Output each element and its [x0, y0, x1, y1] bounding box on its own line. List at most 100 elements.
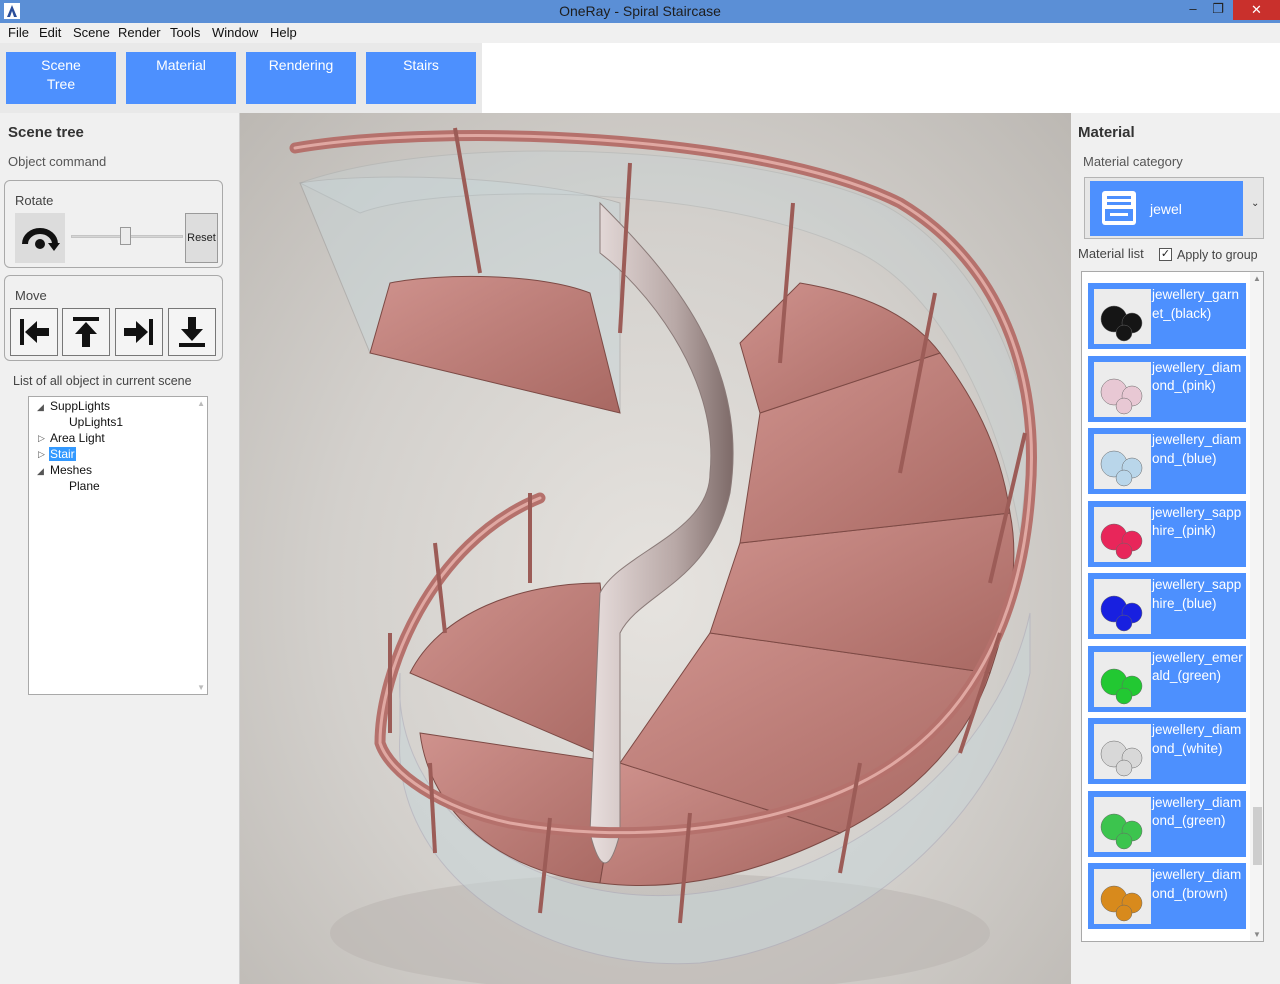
- move-left-icon: [20, 319, 49, 345]
- title-bar: OneRay - Spiral Staircase – ❐ ✕: [0, 0, 1280, 23]
- tree-node-supplights[interactable]: SuppLights: [50, 399, 110, 413]
- rotate-icon: [22, 228, 60, 251]
- rendering-button[interactable]: Rendering: [246, 52, 356, 104]
- material-list-label: Material list: [1078, 246, 1144, 261]
- gem-preview-icon: [1094, 869, 1151, 924]
- collapsed-arrow-icon[interactable]: ▷: [38, 449, 45, 460]
- move-right-button[interactable]: [115, 308, 163, 356]
- material-panel: Material Material category jewel ⌄ Mater…: [1071, 113, 1280, 984]
- category-selected-item[interactable]: jewel: [1090, 181, 1243, 236]
- spiral-staircase-render: [289, 127, 1037, 984]
- material-item[interactable]: jewellery_diamond_(brown): [1088, 863, 1246, 929]
- scene-tree-view[interactable]: ◢ SuppLights UpLights1 ▷ Area Light ▷ St…: [28, 396, 208, 695]
- material-item-label: jewellery_emerald_(green): [1152, 649, 1243, 684]
- material-panel-title: Material: [1078, 124, 1135, 141]
- render-viewport[interactable]: [240, 113, 1071, 984]
- rotate-label: Rotate: [15, 193, 54, 208]
- material-thumbnail: [1094, 361, 1151, 417]
- gem-preview-icon: [1094, 434, 1151, 489]
- apply-to-group-checkbox[interactable]: ✓: [1159, 248, 1172, 261]
- menu-file[interactable]: File: [8, 25, 29, 40]
- scroll-down-icon[interactable]: ▼: [197, 683, 205, 692]
- material-thumbnail: [1094, 869, 1151, 924]
- material-item-label: jewellery_diamond_(brown): [1152, 867, 1242, 901]
- material-item-label: jewellery_sapphire_(blue): [1152, 577, 1242, 611]
- material-list-scrollbar[interactable]: ▲ ▼: [1250, 272, 1263, 941]
- rotate-button[interactable]: [15, 213, 65, 263]
- tree-node-area-light[interactable]: Area Light: [50, 431, 105, 445]
- menu-edit[interactable]: Edit: [39, 25, 61, 40]
- move-right-icon: [124, 319, 153, 345]
- material-item[interactable]: jewellery_diamond_(white): [1088, 718, 1246, 784]
- scene-tree-button[interactable]: Scene Tree: [6, 52, 116, 104]
- tree-node-stair[interactable]: Stair: [49, 447, 76, 461]
- material-item-label: jewellery_diamond_(pink): [1152, 359, 1242, 394]
- material-thumbnail: [1094, 506, 1151, 562]
- menu-help[interactable]: Help: [270, 25, 297, 40]
- scrollbar-thumb[interactable]: [1253, 807, 1262, 865]
- gem-preview-icon: [1094, 796, 1151, 852]
- material-thumbnail: [1094, 796, 1151, 852]
- scroll-down-icon[interactable]: ▼: [1253, 930, 1261, 939]
- material-item[interactable]: jewellery_diamond_(blue): [1088, 428, 1246, 494]
- gem-preview-icon: [1094, 506, 1151, 562]
- tree-node-uplights1[interactable]: UpLights1: [69, 415, 123, 429]
- object-command-label: Object command: [8, 154, 107, 169]
- material-item[interactable]: jewellery_sapphire_(pink): [1088, 500, 1246, 567]
- menu-bar: File Edit Scene Render Tools Window Help: [0, 23, 1280, 43]
- material-thumbnail: [1094, 724, 1151, 779]
- category-value: jewel: [1150, 201, 1182, 217]
- archive-box-icon: [1102, 191, 1136, 225]
- material-item-label: jewellery_garnet_(black): [1152, 287, 1240, 321]
- menu-tools[interactable]: Tools: [170, 25, 200, 40]
- material-item-label: jewellery_sapphire_(pink): [1152, 504, 1242, 539]
- gem-preview-icon: [1094, 361, 1151, 417]
- scroll-up-icon[interactable]: ▲: [1253, 274, 1261, 283]
- move-down-icon: [179, 317, 205, 347]
- material-item[interactable]: jewellery_diamond_(pink): [1088, 355, 1246, 422]
- move-down-button[interactable]: [168, 308, 216, 356]
- apply-to-group-label: Apply to group: [1177, 248, 1258, 262]
- menu-render[interactable]: Render: [118, 25, 161, 40]
- tree-node-meshes[interactable]: Meshes: [50, 463, 92, 477]
- expand-arrow-icon[interactable]: ◢: [37, 402, 44, 413]
- material-category-label: Material category: [1083, 154, 1183, 169]
- dropdown-arrow-icon[interactable]: ⌄: [1251, 198, 1259, 209]
- close-button[interactable]: ✕: [1233, 0, 1280, 20]
- gem-preview-icon: [1094, 579, 1151, 634]
- material-thumbnail: [1094, 434, 1151, 489]
- material-item[interactable]: jewellery_garnet_(black): [1088, 283, 1246, 349]
- material-item-label: jewellery_diamond_(green): [1152, 794, 1242, 829]
- move-up-icon: [73, 317, 99, 347]
- reset-button[interactable]: Reset: [185, 213, 218, 263]
- gem-preview-icon: [1094, 289, 1151, 344]
- material-list[interactable]: jewellery_diamond_(brown) jewellery_diamo…: [1081, 271, 1264, 942]
- menu-scene[interactable]: Scene: [73, 25, 110, 40]
- window-title: OneRay - Spiral Staircase: [559, 3, 721, 19]
- material-thumbnail: [1094, 579, 1151, 634]
- collapsed-arrow-icon[interactable]: ▷: [38, 433, 45, 444]
- material-thumbnail: [1094, 651, 1151, 707]
- maximize-button[interactable]: ❐: [1203, 0, 1233, 20]
- move-up-button[interactable]: [62, 308, 110, 356]
- material-item[interactable]: jewellery_emerald_(green): [1088, 645, 1246, 712]
- tree-node-plane[interactable]: Plane: [69, 479, 100, 493]
- rotate-group: Rotate Reset: [4, 180, 223, 268]
- rotate-slider-thumb[interactable]: [120, 227, 131, 245]
- material-button[interactable]: Material: [126, 52, 236, 104]
- stairs-button[interactable]: Stairs: [366, 52, 476, 104]
- gem-preview-icon: [1094, 724, 1151, 779]
- material-item[interactable]: jewellery_sapphire_(blue): [1088, 573, 1246, 639]
- expand-arrow-icon[interactable]: ◢: [37, 466, 44, 477]
- scroll-up-icon[interactable]: ▲: [197, 399, 205, 408]
- move-group: Move: [4, 275, 223, 361]
- gem-preview-icon: [1094, 651, 1151, 707]
- panel-title: Scene tree: [8, 124, 84, 141]
- ribbon: Scene Tree Material Rendering Stairs: [0, 43, 482, 113]
- material-item[interactable]: jewellery_diamond_(green): [1088, 790, 1246, 857]
- move-left-button[interactable]: [10, 308, 58, 356]
- material-item-label: jewellery_diamond_(white): [1152, 722, 1242, 756]
- ribbon-empty-area: [482, 43, 1280, 113]
- menu-window[interactable]: Window: [212, 25, 258, 40]
- material-category-dropdown[interactable]: jewel ⌄: [1084, 177, 1264, 239]
